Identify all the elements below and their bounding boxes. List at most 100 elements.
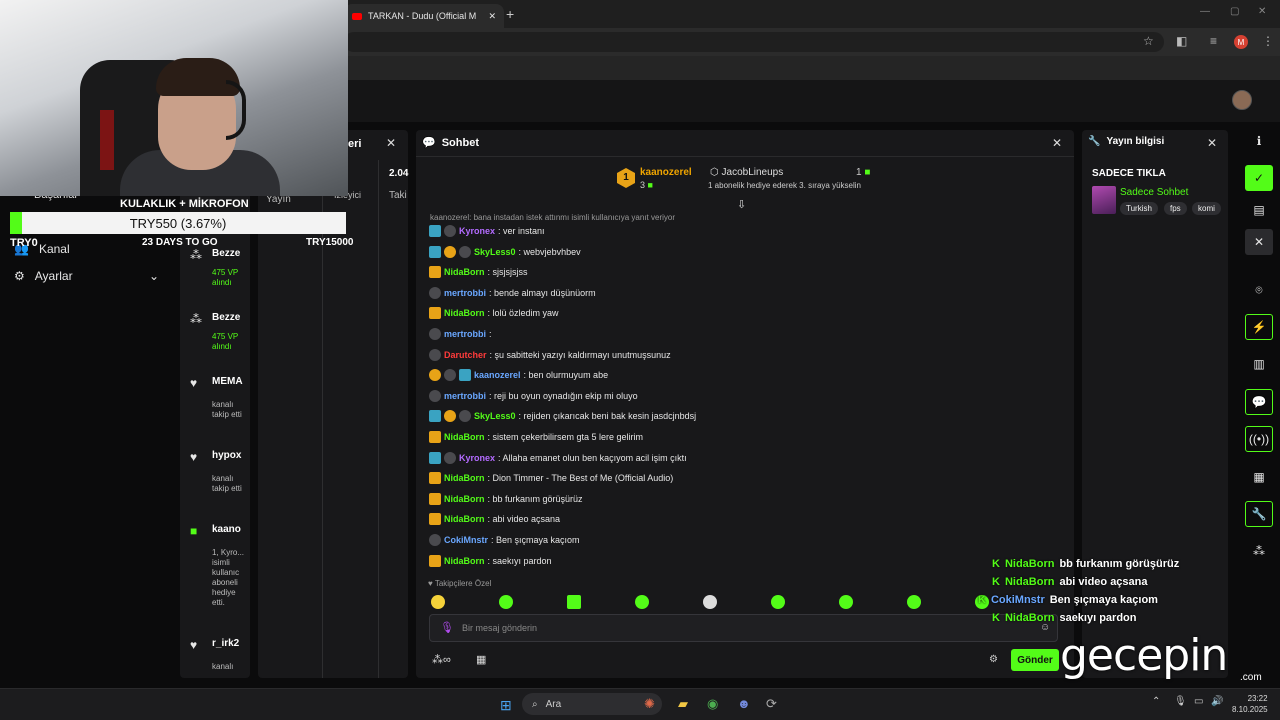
stream-tag[interactable]: komi xyxy=(1192,202,1221,215)
chat-username[interactable]: Kyronex xyxy=(459,453,495,463)
chat-text: : ver instanı xyxy=(498,226,545,236)
channel-points-icon[interactable]: ⁂∞ xyxy=(432,653,451,666)
store-icon[interactable]: ▦ xyxy=(1245,464,1273,490)
chrome-icon[interactable]: ◉ xyxy=(707,696,718,712)
chat-message: NidaBorn: bb furkanım görüşürüz xyxy=(429,492,583,506)
chat-message: SkyLess0: rejiden çıkarıcak beni bak kes… xyxy=(429,409,696,423)
chat-message: kaanozerel: ben olurmuyum abe xyxy=(429,368,608,382)
chat-icon[interactable]: 💬 xyxy=(1245,389,1273,415)
info-icon[interactable]: ℹ xyxy=(1245,128,1273,154)
chat-username[interactable]: kaanozerel xyxy=(474,370,521,380)
maximize-button[interactable]: ▢ xyxy=(1230,6,1239,17)
close-tab-icon[interactable]: ✕ xyxy=(488,11,496,22)
menu-icon[interactable]: ⋮ xyxy=(1262,34,1274,48)
wrench-icon[interactable]: 🔧 xyxy=(1245,501,1273,527)
user-avatar[interactable] xyxy=(1232,90,1252,110)
chat-username[interactable]: NidaBorn xyxy=(444,494,485,504)
second-gifter[interactable]: ⬡ JacobLineups xyxy=(710,167,783,178)
close-window-button[interactable]: ✕ xyxy=(1258,6,1266,17)
chat-settings-icon[interactable]: ⚙ xyxy=(989,654,998,665)
broadcast-icon[interactable]: ((•)) xyxy=(1245,426,1273,452)
category-thumbnail[interactable] xyxy=(1092,186,1116,214)
microphone-icon[interactable]: 🎙 xyxy=(1174,696,1187,707)
chat-text: : bende almayı düşünüorm xyxy=(489,287,596,298)
chat-username[interactable]: NidaBorn xyxy=(444,267,485,277)
microphone-icon[interactable]: 🎙 xyxy=(440,621,454,634)
emote-icon[interactable] xyxy=(431,595,445,609)
app-icon[interactable]: ⟳ xyxy=(766,696,777,712)
chat-username[interactable]: SkyLess0 xyxy=(474,411,516,421)
chat-username[interactable]: Darutcher xyxy=(444,350,487,360)
close-icon[interactable]: ✕ xyxy=(386,136,396,150)
emote-icon[interactable] xyxy=(635,595,649,609)
bookmark-star-icon[interactable]: ☆ xyxy=(1143,34,1154,48)
gift-count-value: 1 xyxy=(856,167,862,178)
stats-col-takip: Taki xyxy=(389,190,407,201)
camera-icon[interactable]: ⌾ xyxy=(1245,277,1273,303)
overlay-user: NidaBorn xyxy=(1004,612,1055,624)
chat-username[interactable]: mertrobbi xyxy=(444,329,486,339)
taskbar-search[interactable]: ⌕ Ara xyxy=(522,693,662,715)
close-icon[interactable]: ✕ xyxy=(1052,136,1062,150)
chat-username[interactable]: NidaBorn xyxy=(444,308,485,318)
profile-avatar[interactable]: M xyxy=(1234,35,1248,49)
chat-username[interactable]: NidaBorn xyxy=(444,556,485,566)
minimize-button[interactable]: — xyxy=(1200,6,1210,17)
windows-start-icon[interactable]: ⊞ xyxy=(500,697,512,714)
webcam-feed xyxy=(0,0,348,196)
top-gifter-name[interactable]: kaanozerel xyxy=(640,167,692,178)
new-tab-button[interactable]: + xyxy=(506,6,520,22)
document-icon[interactable]: ▥ xyxy=(1245,351,1273,377)
send-button[interactable]: Gönder xyxy=(1011,649,1059,671)
chat-username[interactable]: NidaBorn xyxy=(444,514,485,524)
chat-username[interactable]: mertrobbi xyxy=(444,288,486,298)
url-input[interactable] xyxy=(344,32,1164,52)
octopus-app-icon[interactable]: ✺ xyxy=(644,696,655,712)
stream-tag[interactable]: fps xyxy=(1164,202,1187,215)
emote-icon[interactable] xyxy=(771,595,785,609)
layout-icon[interactable]: ▤ xyxy=(1245,197,1273,223)
gear-icon: ⚙ xyxy=(14,269,25,283)
nav-item-ayarlar[interactable]: ⚙ Ayarlar ⌄ xyxy=(14,269,159,283)
subscriber-badge-icon xyxy=(429,245,441,258)
store-icon[interactable]: ▦ xyxy=(476,653,486,666)
lightning-icon[interactable]: ⚡ xyxy=(1245,314,1273,340)
tray-chevron-icon[interactable]: ⌃ xyxy=(1152,696,1160,707)
chat-username[interactable]: SkyLess0 xyxy=(474,247,516,257)
gift-icon: ■ xyxy=(647,180,653,190)
gift-icon: ■ xyxy=(864,167,871,178)
chat-username[interactable]: CokiMnstr xyxy=(444,535,488,545)
extensions-icon[interactable]: ◧ xyxy=(1176,34,1187,48)
chat-username[interactable]: mertrobbi xyxy=(444,391,486,401)
close-icon[interactable]: ✕ xyxy=(1245,229,1273,255)
overlay-user: NidaBorn xyxy=(1004,576,1055,588)
stream-tag[interactable]: Turkish xyxy=(1120,202,1158,215)
taskbar-clock[interactable]: 23:22 8.10.2025 xyxy=(1232,693,1268,715)
close-icon[interactable]: ✕ xyxy=(1207,136,1217,150)
og-badge-icon xyxy=(429,534,441,546)
points-icon[interactable]: ⁂ xyxy=(1245,538,1273,564)
emote-icon[interactable] xyxy=(907,595,921,609)
network-icon[interactable]: ▭ xyxy=(1194,696,1203,707)
file-explorer-icon[interactable]: ▰ xyxy=(678,696,688,712)
pinned-message-icon[interactable]: ⇩ xyxy=(737,198,746,211)
browser-tab[interactable]: TARKAN - Dudu (Official M ✕ xyxy=(344,4,504,28)
goal-days-left: 23 DAYS TO GO xyxy=(142,237,218,248)
category-link[interactable]: Sadece Sohbet xyxy=(1120,187,1188,198)
youtube-icon xyxy=(352,12,362,20)
emote-icon[interactable] xyxy=(499,595,513,609)
chat-message: NidaBorn: saekıyı pardon xyxy=(429,554,552,568)
emote-icon[interactable] xyxy=(567,595,581,609)
emote-icon[interactable] xyxy=(703,595,717,609)
overlay-user: NidaBorn xyxy=(1004,558,1055,570)
chat-text: : xyxy=(489,329,492,339)
chat-username[interactable]: NidaBorn xyxy=(444,473,485,483)
volume-icon[interactable]: 🔊 xyxy=(1211,696,1223,707)
check-icon[interactable]: ✓ xyxy=(1245,165,1273,191)
chat-username[interactable]: NidaBorn xyxy=(444,432,485,442)
discord-icon[interactable]: ☻ xyxy=(737,696,751,711)
emote-icon[interactable] xyxy=(839,595,853,609)
chat-username[interactable]: Kyronex xyxy=(459,226,495,236)
media-icon[interactable]: ≡ xyxy=(1210,34,1217,48)
crown-badge-icon xyxy=(429,431,441,443)
